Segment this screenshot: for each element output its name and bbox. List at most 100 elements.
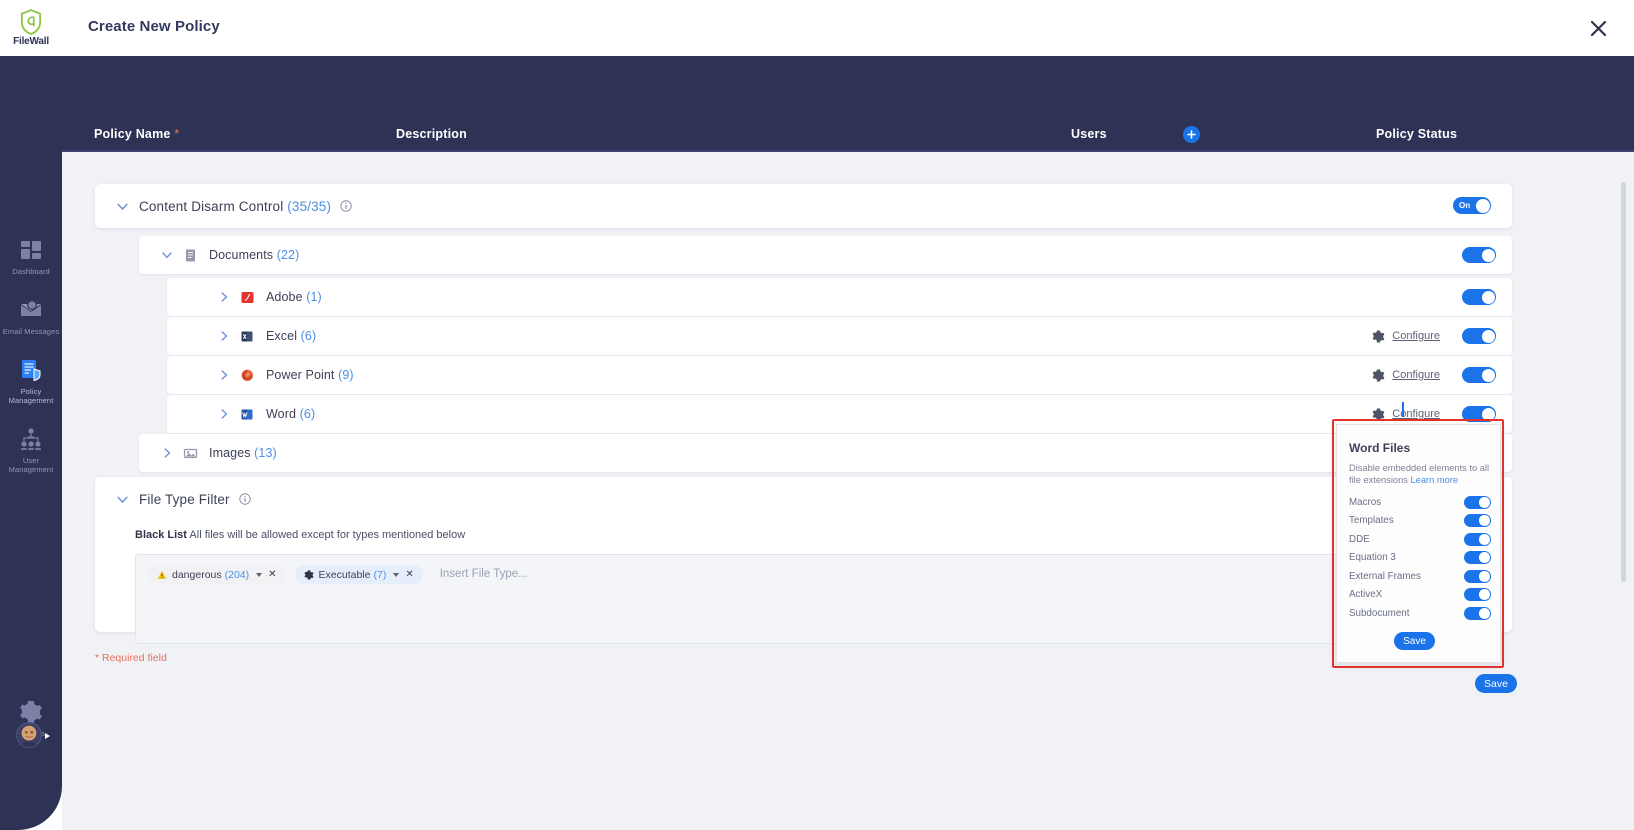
configure-label[interactable]: Configure [1392, 330, 1440, 342]
popup-option-label: Macros [1349, 496, 1382, 508]
popup-title: Word Files [1349, 441, 1411, 455]
gear-icon [20, 701, 42, 723]
popup-option-toggle[interactable] [1464, 606, 1491, 620]
sidebar-item-label: Dashboard [12, 267, 50, 276]
tree-row[interactable]: Documents (22) [139, 236, 1512, 274]
caret-right-icon[interactable] [45, 733, 50, 739]
row-label-text: Adobe [266, 290, 303, 304]
popup-option-list: Macros Templates DDE Equation 3 External… [1349, 493, 1491, 623]
row-label-text: Images [209, 446, 251, 460]
chevron-right-icon[interactable] [218, 408, 230, 420]
tree-row[interactable]: Power Point (9) Configure [167, 356, 1512, 394]
tree-row[interactable]: Images (13) [139, 434, 1512, 472]
sidebar-item-label: Email Messages [2, 327, 60, 336]
toggle-knob [1481, 248, 1495, 262]
learn-more-link[interactable]: Learn more [1411, 475, 1459, 485]
chevron-down-icon[interactable] [116, 493, 129, 506]
popup-option-row[interactable]: Macros [1349, 493, 1491, 512]
row-count: (6) [300, 329, 317, 343]
chevron-right-icon[interactable] [218, 369, 230, 381]
popup-option-row[interactable]: Equation 3 [1349, 549, 1491, 568]
policy-document-shield-icon [22, 360, 41, 382]
chevron-right-icon[interactable] [218, 330, 230, 342]
chevron-right-icon[interactable] [218, 291, 230, 303]
popup-option-toggle[interactable] [1464, 588, 1491, 602]
section-count: (35/35) [287, 198, 332, 214]
app-logo[interactable]: FileWall [0, 0, 62, 56]
text-cursor [1402, 402, 1404, 417]
close-button[interactable] [1584, 14, 1612, 42]
toggle-knob [1475, 198, 1490, 213]
row-toggle[interactable] [1462, 328, 1496, 344]
file-type-filter-panel: File Type Filter Black List All files wi… [95, 477, 1512, 644]
configure-label[interactable]: Configure [1392, 369, 1440, 381]
row-label-text: Word [266, 407, 297, 421]
content-disarm-master-toggle[interactable]: On [1453, 197, 1491, 214]
info-icon[interactable] [238, 493, 251, 505]
popup-option-row[interactable]: ActiveX [1349, 586, 1491, 605]
popup-option-toggle[interactable] [1464, 514, 1491, 528]
word-icon [241, 409, 253, 419]
section-title: Content Disarm Control (35/35) [139, 199, 331, 214]
close-icon[interactable]: ✕ [405, 569, 413, 580]
row-controls [1462, 289, 1512, 305]
file-type-filter-header[interactable]: File Type Filter [95, 477, 251, 521]
toggle-knob [1481, 368, 1495, 382]
tree-row[interactable]: Excel (6) Configure [167, 317, 1512, 355]
chevron-down-icon[interactable] [256, 572, 263, 577]
file-type-chip[interactable]: Executable (7) ✕ [294, 565, 423, 584]
blacklist-description: Black List All files will be allowed exc… [135, 529, 465, 541]
chevron-down-icon[interactable] [393, 572, 400, 577]
tree-row[interactable]: Word (6) Configure [167, 395, 1512, 433]
file-type-chip[interactable]: dangerous (204) ✕ [148, 565, 286, 584]
sidebar-item-label: Policy Management [8, 387, 54, 405]
scrollbar-thumb[interactable] [1621, 182, 1626, 582]
sidebar-item-policy-management[interactable]: Policy Management [0, 348, 62, 417]
popup-option-row[interactable]: Subdocument [1349, 604, 1491, 623]
image-icon [183, 448, 198, 458]
row-toggle[interactable] [1462, 367, 1496, 383]
sidebar-item-email-messages[interactable]: Email Messages [0, 288, 62, 348]
plus-circle-icon [1187, 130, 1196, 139]
chevron-down-icon[interactable] [161, 249, 173, 261]
popup-option-row[interactable]: DDE [1349, 530, 1491, 549]
popup-option-toggle[interactable] [1464, 551, 1491, 565]
chevron-right-icon[interactable] [161, 447, 173, 459]
info-icon[interactable] [340, 200, 352, 212]
tree-row[interactable]: Adobe (1) [167, 278, 1512, 316]
popup-option-toggle[interactable] [1464, 495, 1491, 509]
popup-option-label: DDE [1349, 533, 1370, 545]
avatar[interactable] [16, 722, 42, 748]
popup-option-row[interactable]: Templates [1349, 512, 1491, 531]
file-type-placeholder[interactable]: Insert File Type... [440, 565, 528, 584]
user-avatar [17, 723, 41, 747]
chevron-down-icon[interactable] [116, 200, 129, 213]
row-label: Images (13) [209, 446, 277, 460]
row-label: Documents (22) [209, 248, 299, 262]
popup-option-row[interactable]: External Frames [1349, 567, 1491, 586]
policy-status-label: Policy Status [1376, 127, 1458, 141]
popup-option-toggle[interactable] [1464, 532, 1491, 546]
configure-link[interactable]: Configure [1372, 330, 1440, 343]
sidebar-item-dashboard[interactable]: Dashboard [0, 228, 62, 288]
popup-option-label: External Frames [1349, 570, 1421, 582]
content-disarm-control-header[interactable]: Content Disarm Control (35/35) [95, 184, 352, 228]
dashboard-grid-icon [21, 241, 41, 259]
configure-link[interactable]: Configure [1372, 369, 1440, 382]
popup-option-toggle[interactable] [1464, 569, 1491, 583]
excel-icon [241, 331, 253, 341]
file-type-input[interactable]: dangerous (204) ✕ Executable (7) ✕ Inser… [135, 554, 1470, 644]
save-button[interactable]: Save [1475, 674, 1517, 693]
policy-name-label: Policy Name * [94, 127, 179, 141]
add-user-button[interactable] [1183, 126, 1200, 143]
sidebar-item-user-management[interactable]: User Management [0, 417, 62, 486]
logo-text-wall: Wall [29, 36, 50, 47]
section-title-text: Content Disarm Control [139, 198, 284, 214]
close-icon[interactable]: ✕ [268, 569, 276, 580]
top-bar: Create New Policy [62, 0, 1634, 56]
page-title: Create New Policy [88, 18, 220, 35]
popup-save-button[interactable]: Save [1394, 632, 1435, 650]
warning-triangle-icon [157, 570, 167, 579]
row-toggle[interactable] [1462, 247, 1496, 263]
row-toggle[interactable] [1462, 289, 1496, 305]
